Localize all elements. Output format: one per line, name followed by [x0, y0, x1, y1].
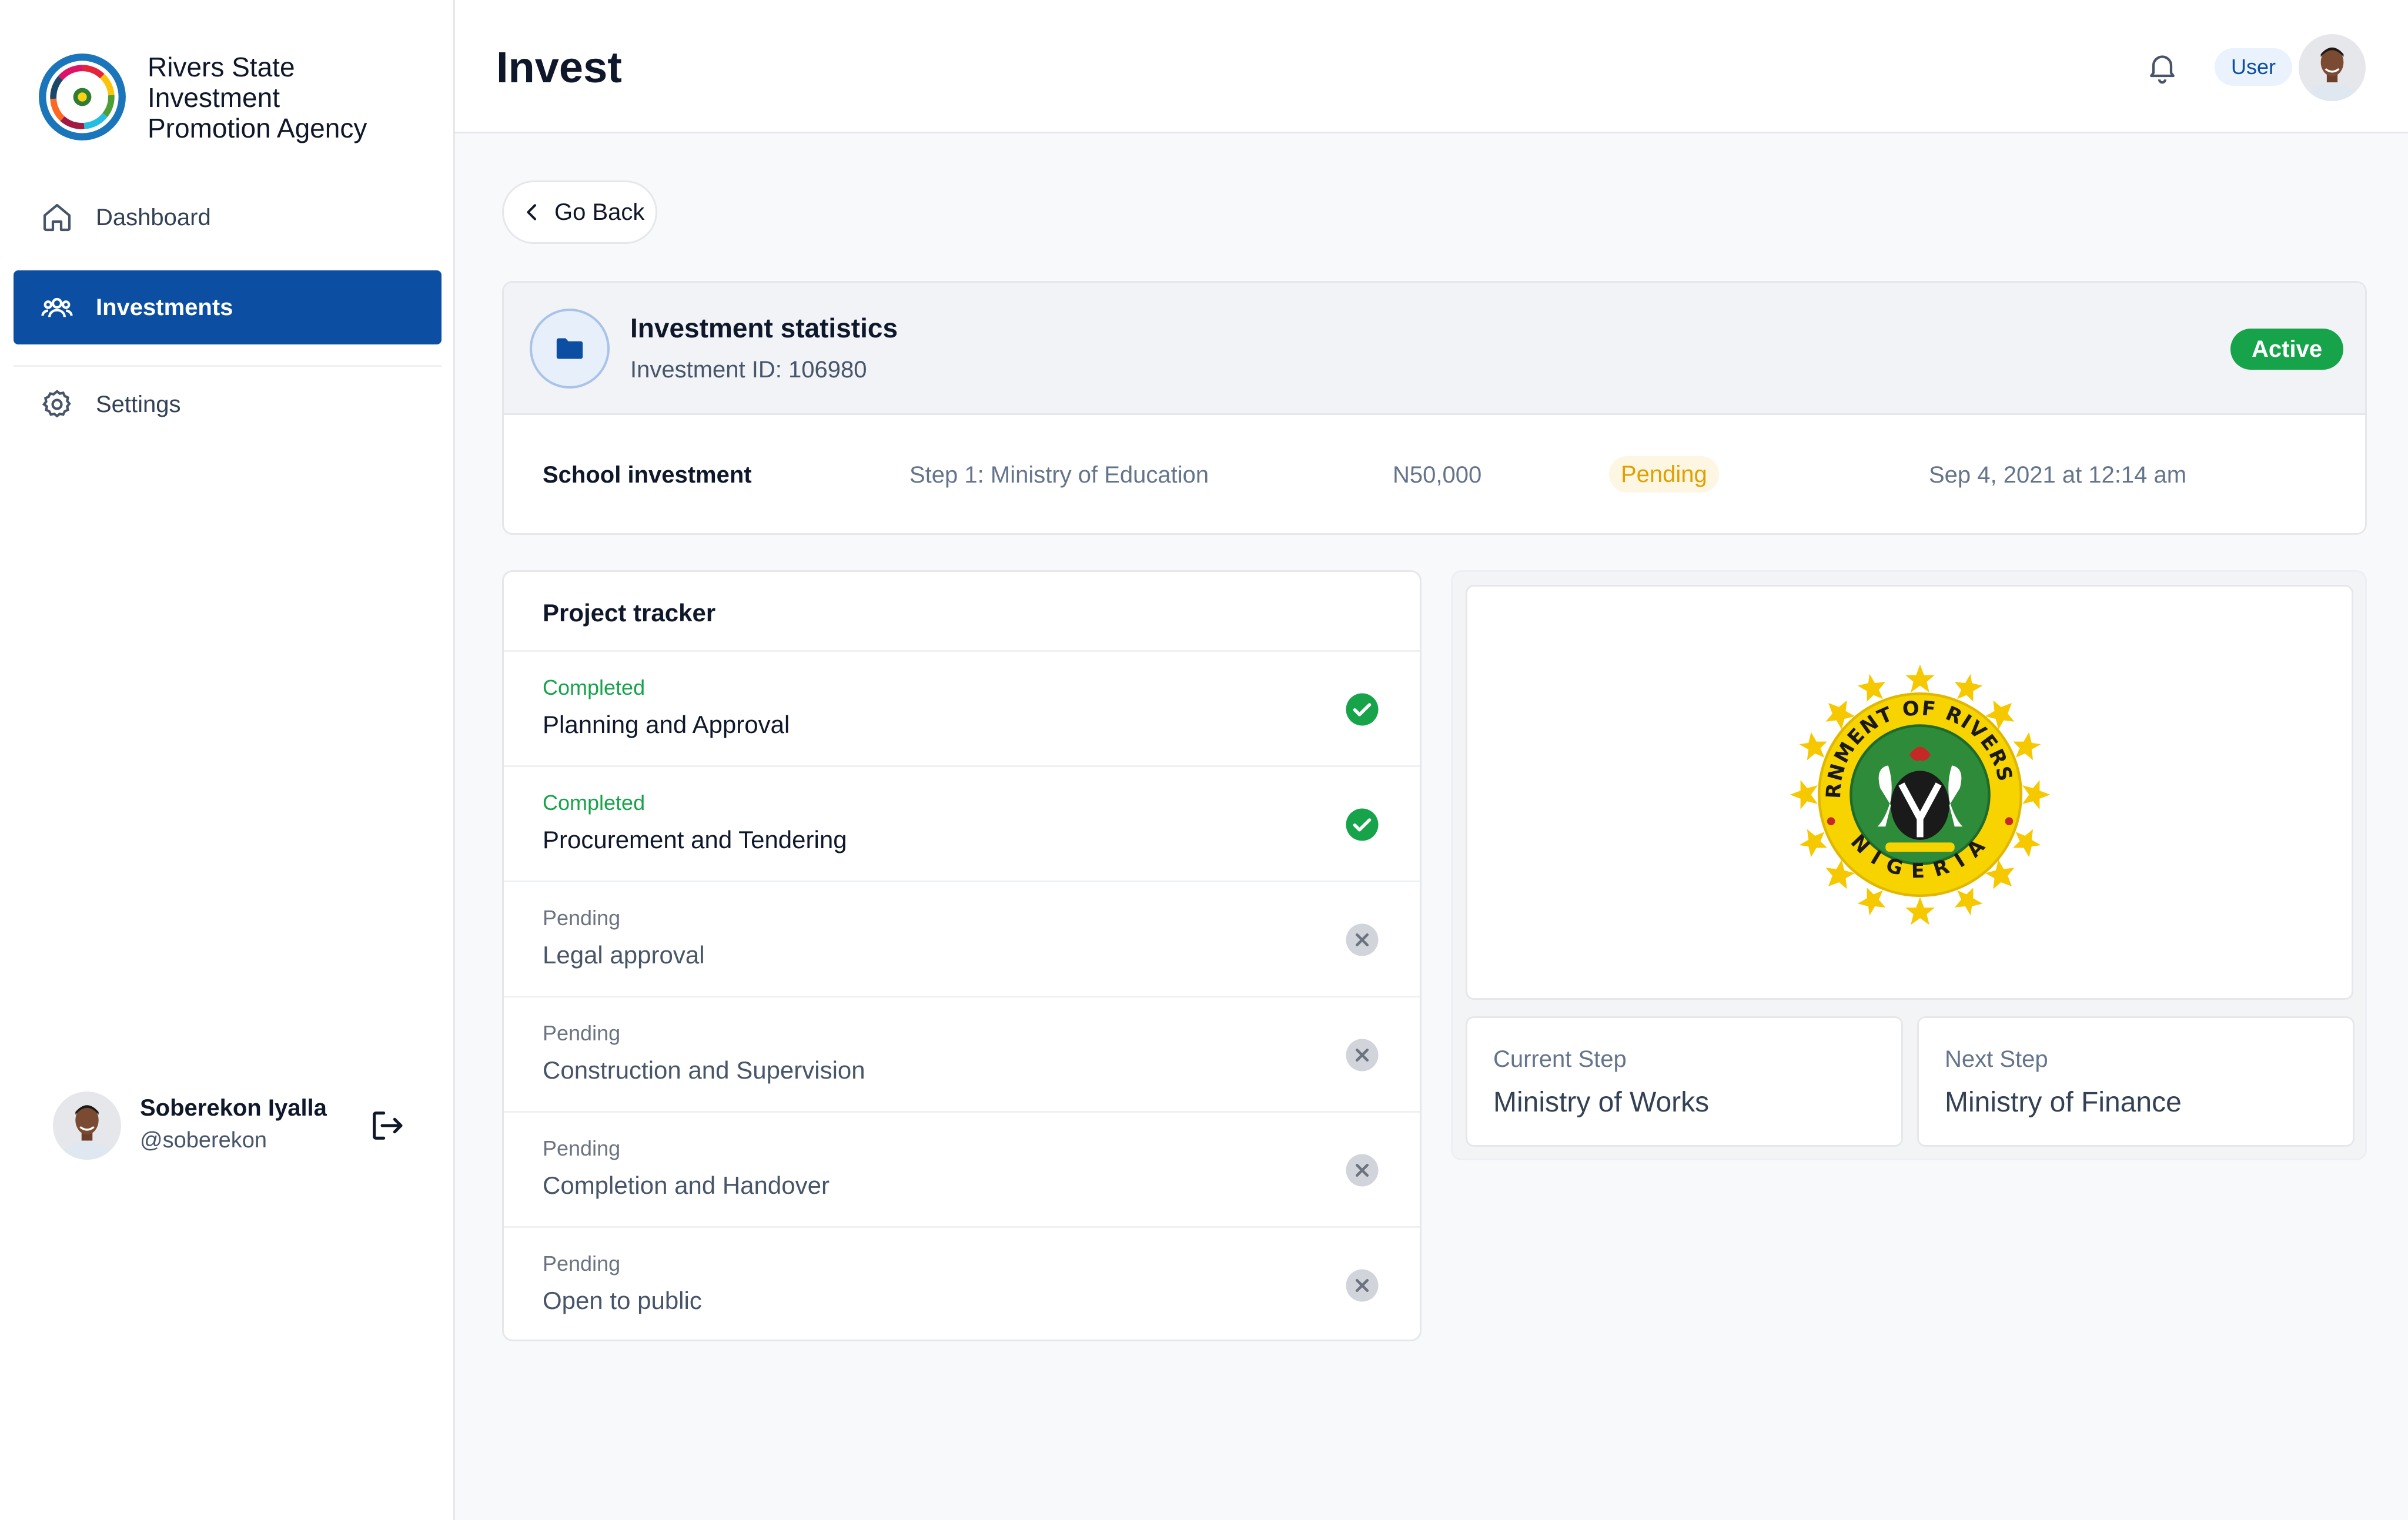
sidebar-item-label: Settings [96, 391, 181, 417]
profile-handle: @soberekon [140, 1128, 267, 1153]
user-profile: Soberekon Iyalla @soberekon [53, 1092, 417, 1160]
investment-date: Sep 4, 2021 at 12:14 am [1929, 462, 2187, 488]
step-status: Pending [543, 1136, 621, 1160]
investment-amount: N50,000 [1393, 462, 1482, 488]
investment-name: School investment [543, 462, 752, 488]
x-circle-icon [1346, 1269, 1379, 1302]
current-step-value: Ministry of Works [1493, 1087, 1710, 1118]
next-step-label: Next Step [1945, 1046, 2048, 1072]
avatar[interactable] [2299, 34, 2366, 101]
home-icon [40, 200, 74, 235]
gear-icon [40, 387, 74, 421]
tracker-title: Project tracker [504, 572, 1420, 652]
stats-title: Investment statistics [630, 313, 898, 343]
brand-name: Rivers State Investment Promotion Agency [148, 52, 367, 143]
step-label: Planning and Approval [543, 711, 790, 738]
avatar[interactable] [53, 1092, 121, 1160]
app-root: Rivers State Investment Promotion Agency… [0, 0, 2408, 1520]
x-circle-icon [1346, 1039, 1379, 1072]
top-bar: Invest User [455, 0, 2408, 133]
step-status: Completed [543, 791, 646, 815]
x-circle-icon [1346, 1154, 1379, 1187]
list-item: Pending Construction and Supervision [504, 997, 1420, 1113]
list-item: Pending Open to public [504, 1228, 1420, 1340]
profile-name: Soberekon Iyalla [140, 1095, 327, 1121]
go-back-button[interactable]: Go Back [502, 180, 657, 244]
sidebar-item-label: Investments [96, 294, 233, 320]
step-label: Construction and Supervision [543, 1056, 865, 1084]
page-title: Invest [496, 43, 622, 92]
list-item: Pending Completion and Handover [504, 1113, 1420, 1228]
step-label: Completion and Handover [543, 1171, 830, 1199]
current-step-label: Current Step [1493, 1046, 1627, 1072]
rivers-state-seal-icon: GOVERNMENT OF RIVERS STATE NIGERIA [1785, 662, 2051, 925]
step-label: Legal approval [543, 941, 705, 969]
nav-divider [14, 365, 442, 367]
stats-header: Investment statistics Investment ID: 106… [504, 283, 2365, 415]
step-status: Completed [543, 675, 646, 699]
step-label: Procurement and Tendering [543, 826, 847, 853]
status-badge: Active [2230, 329, 2344, 370]
sidebar-item-settings[interactable]: Settings [14, 367, 442, 441]
folder-icon [530, 309, 610, 389]
list-item: Completed Procurement and Tendering [504, 767, 1420, 882]
step-status: Pending [543, 906, 621, 930]
sidebar-item-dashboard[interactable]: Dashboard [14, 180, 442, 255]
check-circle-icon [1346, 693, 1379, 726]
users-icon [40, 290, 74, 324]
step-status: Pending [543, 1251, 621, 1275]
investment-row: School investment Step 1: Ministry of Ed… [504, 415, 2365, 533]
step-label: Open to public [543, 1287, 702, 1314]
check-circle-icon [1346, 808, 1379, 841]
next-step-card: Next Step Ministry of Finance [1917, 1016, 2355, 1147]
investment-status-badge: Pending [1609, 456, 1719, 493]
list-item: Pending Legal approval [504, 882, 1420, 997]
logout-icon[interactable] [368, 1107, 406, 1144]
sidebar-item-label: Dashboard [96, 204, 211, 230]
go-back-label: Go Back [554, 199, 645, 225]
brand[interactable]: Rivers State Investment Promotion Agency [37, 52, 367, 143]
seal-container: GOVERNMENT OF RIVERS STATE NIGERIA [1466, 585, 2353, 1000]
step-status: Pending [543, 1021, 621, 1045]
current-step-card: Current Step Ministry of Works [1466, 1016, 1903, 1147]
ministry-panel: GOVERNMENT OF RIVERS STATE NIGERIA Curre… [1451, 570, 2367, 1160]
investment-statistics-card: Investment statistics Investment ID: 106… [502, 281, 2367, 535]
user-role-badge[interactable]: User [2215, 48, 2293, 86]
next-step-value: Ministry of Finance [1945, 1087, 2182, 1118]
project-tracker: Project tracker Completed Planning and A… [502, 570, 1422, 1341]
list-item: Completed Planning and Approval [504, 652, 1420, 767]
sidebar-item-investments[interactable]: Investments [14, 270, 442, 344]
x-circle-icon [1346, 923, 1379, 956]
investment-step: Step 1: Ministry of Education [909, 462, 1209, 488]
bell-icon[interactable] [2145, 49, 2180, 85]
sidebar: Rivers State Investment Promotion Agency… [0, 0, 455, 1520]
chevron-left-icon [527, 204, 536, 220]
investment-id: Investment ID: 106980 [630, 357, 867, 383]
agency-logo-icon [39, 53, 126, 140]
